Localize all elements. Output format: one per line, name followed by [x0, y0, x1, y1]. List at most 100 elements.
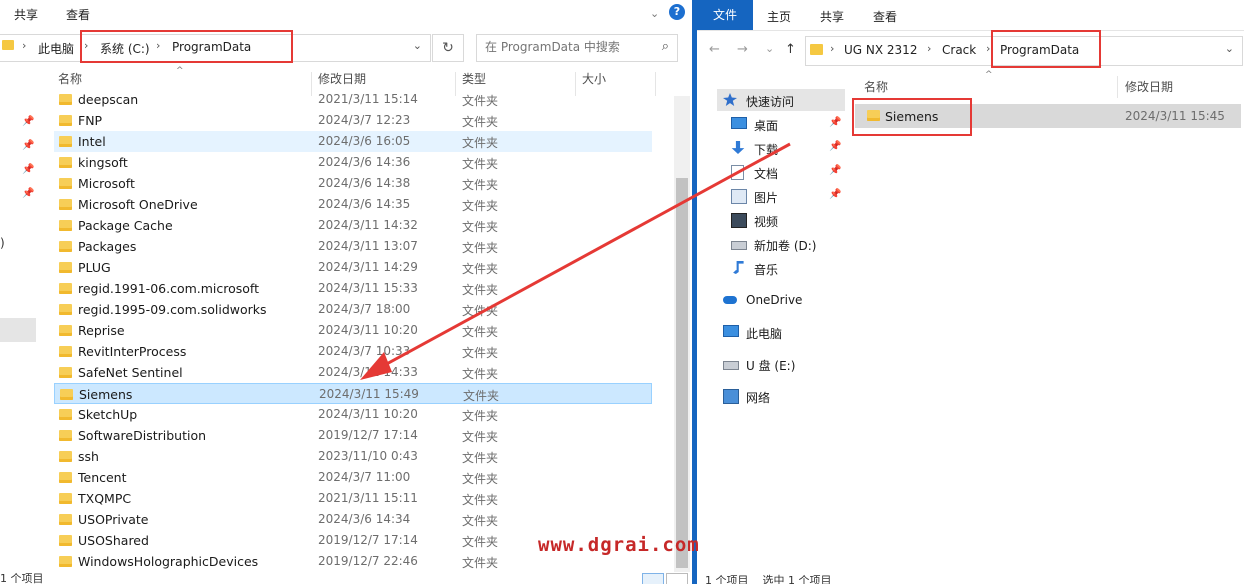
nav-item[interactable]: 文档 📌: [717, 161, 845, 183]
pin-icon[interactable]: 📌: [22, 116, 34, 128]
file-row[interactable]: SketchUp 2024/3/11 10:20 文件夹: [54, 404, 652, 425]
pin-icon[interactable]: 📌: [829, 189, 841, 201]
file-row[interactable]: Microsoft 2024/3/6 14:38 文件夹: [54, 173, 652, 194]
pin-icon[interactable]: 📌: [22, 188, 34, 200]
address-dropdown-icon[interactable]: ⌄: [413, 39, 422, 52]
file-type: 文件夹: [462, 493, 499, 507]
ribbon-collapse-icon[interactable]: ⌄: [650, 7, 660, 20]
file-row[interactable]: ssh 2023/11/10 0:43 文件夹: [54, 446, 652, 467]
pin-icon[interactable]: 📌: [829, 165, 841, 177]
nav-item[interactable]: 快速访问: [717, 89, 845, 111]
file-row[interactable]: Siemens 2024/3/11 15:49 文件夹: [54, 383, 652, 404]
pin-icon[interactable]: 📌: [829, 141, 841, 153]
file-name: ssh: [78, 449, 99, 464]
file-type: 文件夹: [462, 367, 499, 381]
column-header-date[interactable]: 修改日期: [1125, 78, 1173, 95]
large-icons-view-button[interactable]: [666, 573, 688, 584]
file-row[interactable]: SoftwareDistribution 2019/12/7 17:14 文件夹: [54, 425, 652, 446]
pin-icon[interactable]: 📌: [829, 117, 841, 129]
file-row[interactable]: TXQMPC 2021/3/11 15:11 文件夹: [54, 488, 652, 509]
ribbon-tab-view[interactable]: 查看: [66, 6, 90, 23]
up-button[interactable]: ↑: [785, 42, 796, 57]
nav-item[interactable]: 下载 📌: [717, 137, 845, 159]
nav-item[interactable]: OneDrive: [717, 289, 845, 311]
file-row[interactable]: USOPrivate 2024/3/6 14:34 文件夹: [54, 509, 652, 530]
file-type: 文件夹: [462, 94, 499, 108]
nav-item[interactable]: 此电脑: [717, 321, 845, 343]
file-row[interactable]: Reprise 2024/3/11 10:20 文件夹: [54, 320, 652, 341]
nav-item[interactable]: 新加卷 (D:): [717, 233, 845, 255]
nav-item-selected[interactable]: [0, 318, 36, 342]
refresh-button[interactable]: ↻: [432, 34, 464, 62]
file-type: 文件夹: [462, 262, 499, 276]
ribbon-tab-view[interactable]: 查看: [873, 8, 897, 25]
nav-item[interactable]: 桌面 📌: [717, 113, 845, 135]
ribbon-tab-share[interactable]: 共享: [14, 6, 38, 23]
file-name: FNP: [78, 113, 103, 128]
ribbon-tab-home[interactable]: 主页: [767, 8, 791, 25]
file-row[interactable]: regid.1995-09.com.solidworks 2024/3/7 18:…: [54, 299, 652, 320]
search-box[interactable]: ⌕: [476, 34, 678, 62]
nav-item[interactable]: 视频: [717, 209, 845, 231]
pin-icon[interactable]: 📌: [22, 140, 34, 152]
column-divider[interactable]: [655, 72, 656, 96]
file-type: 文件夹: [462, 346, 499, 360]
recent-locations-icon[interactable]: ⌄: [765, 42, 774, 55]
file-row[interactable]: regid.1991-06.com.microsoft 2024/3/11 15:…: [54, 278, 652, 299]
file-row[interactable]: Packages 2024/3/11 13:07 文件夹: [54, 236, 652, 257]
file-row[interactable]: Intel 2024/3/6 16:05 文件夹: [54, 131, 652, 152]
breadcrumb-this-pc[interactable]: 此电脑: [38, 40, 74, 57]
file-row[interactable]: FNP 2024/3/7 12:23 文件夹: [54, 110, 652, 131]
folder-icon: [59, 556, 72, 567]
file-date: 2024/3/11 10:20: [318, 323, 418, 337]
ribbon-tab-share[interactable]: 共享: [820, 8, 844, 25]
file-name: WindowsHolographicDevices: [78, 554, 259, 569]
column-divider[interactable]: [1117, 76, 1118, 98]
nav-item[interactable]: U 盘 (E:): [717, 353, 845, 375]
file-name: Tencent: [78, 470, 127, 485]
file-row[interactable]: Tencent 2024/3/7 11:00 文件夹: [54, 467, 652, 488]
nav-item[interactable]: 网络: [717, 385, 845, 407]
back-button[interactable]: ←: [709, 42, 720, 57]
file-name: Siemens: [79, 387, 133, 402]
file-type: 文件夹: [462, 283, 499, 297]
file-date: 2024/3/11 14:33: [318, 365, 418, 379]
scrollbar-thumb[interactable]: [676, 178, 688, 568]
nav-item[interactable]: 音乐: [717, 257, 845, 279]
file-row[interactable]: Package Cache 2024/3/11 14:32 文件夹: [54, 215, 652, 236]
breadcrumb-ug-nx[interactable]: UG NX 2312: [844, 43, 917, 57]
file-row[interactable]: RevitInterProcess 2024/3/7 10:33 文件夹: [54, 341, 652, 362]
details-view-button[interactable]: [642, 573, 664, 584]
pin-icon[interactable]: 📌: [22, 164, 34, 176]
ribbon-tab-file[interactable]: 文件: [697, 0, 753, 30]
file-name: Microsoft: [78, 176, 135, 191]
search-input[interactable]: [485, 39, 650, 55]
file-row[interactable]: PLUG 2024/3/11 14:29 文件夹: [54, 257, 652, 278]
file-row[interactable]: Microsoft OneDrive 2024/3/6 14:35 文件夹: [54, 194, 652, 215]
column-header-name[interactable]: 名称: [864, 78, 888, 95]
computer-icon: [723, 325, 739, 337]
nav-item-label: 此电脑: [746, 327, 783, 341]
network-icon: [723, 389, 739, 404]
help-icon[interactable]: ?: [669, 4, 685, 20]
folder-icon: [59, 199, 72, 210]
breadcrumb-crack[interactable]: Crack: [942, 43, 976, 57]
forward-button[interactable]: →: [737, 42, 748, 57]
video-icon: [731, 213, 747, 228]
search-icon[interactable]: ⌕: [662, 39, 669, 54]
file-date: 2024/3/6 14:36: [318, 155, 411, 169]
address-dropdown-icon[interactable]: ⌄: [1225, 42, 1234, 55]
folder-icon: [59, 451, 72, 462]
file-type: 文件夹: [462, 514, 499, 528]
sort-ascending-icon: ^: [985, 70, 993, 80]
nav-item-fragment[interactable]: ): [0, 236, 5, 250]
file-date: 2023/11/10 0:43: [318, 449, 418, 463]
file-row[interactable]: deepscan 2021/3/11 15:14 文件夹: [54, 89, 652, 110]
nav-item[interactable]: 图片 📌: [717, 185, 845, 207]
file-row[interactable]: kingsoft 2024/3/6 14:36 文件夹: [54, 152, 652, 173]
file-date: 2024/3/6 14:34: [318, 512, 411, 526]
file-date: 2019/12/7 17:14: [318, 428, 418, 442]
file-row[interactable]: SafeNet Sentinel 2024/3/11 14:33 文件夹: [54, 362, 652, 383]
file-type: 文件夹: [462, 178, 499, 192]
nav-item-label: U 盘 (E:): [746, 359, 796, 373]
